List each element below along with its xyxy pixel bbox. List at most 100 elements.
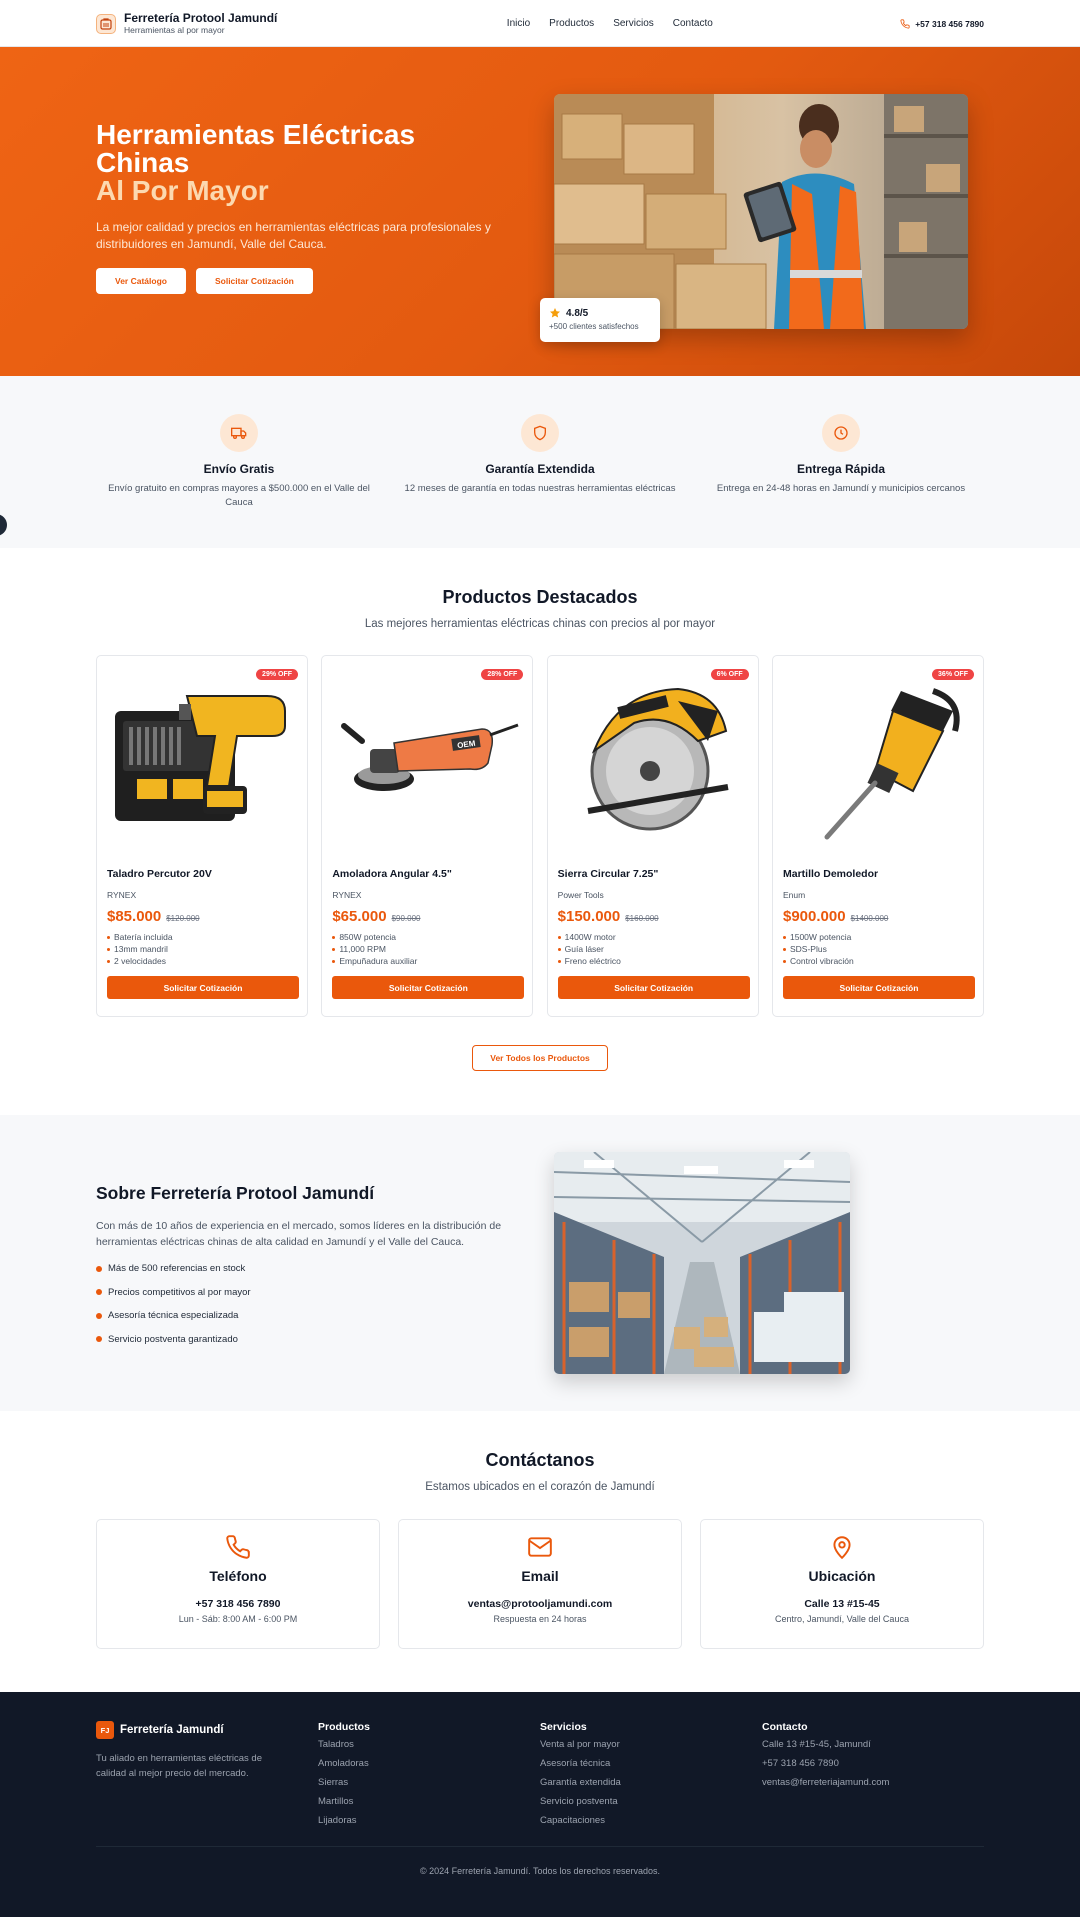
hero-title-line2: Chinas <box>96 147 190 178</box>
contact-card-title: Email <box>521 1568 559 1584</box>
product-feature: Batería incluida <box>107 931 297 943</box>
footer-email[interactable]: ventas@ferreteriajamund.com <box>762 1776 984 1790</box>
view-all-products-button[interactable]: Ver Todos los Productos <box>472 1045 608 1071</box>
about-point: Precios competitivos al por mayor <box>96 1286 516 1300</box>
feature-shipping: Envío Gratis Envío gratuito en compras m… <box>96 414 382 509</box>
discount-badge: 6% OFF <box>710 669 749 680</box>
footer-logo: FJ <box>96 1721 114 1739</box>
feature-desc: 12 meses de garantía en todas nuestras h… <box>404 483 676 494</box>
circular-saw-image: 6% OFF <box>548 656 758 856</box>
contact-title: Contáctanos <box>485 1450 595 1470</box>
contact-phone-value[interactable]: +57 318 456 7890 <box>97 1598 379 1610</box>
product-name: Sierra Circular 7.25" <box>557 868 659 880</box>
product-feature: Guía láser <box>557 943 748 955</box>
hero-title-line1: Herramientas Eléctricas <box>96 119 416 150</box>
about-title: Sobre Ferretería Protool Jamundí <box>96 1183 375 1203</box>
phone-icon <box>97 1534 379 1560</box>
footer-link[interactable]: Servicio postventa <box>540 1795 762 1809</box>
hero-title-accent: Al Por Mayor <box>96 175 269 206</box>
product-feature: Control vibración <box>782 955 973 967</box>
footer-column-title: Servicios <box>540 1721 587 1733</box>
footer-link[interactable]: Martillos <box>318 1795 540 1809</box>
footer-phone[interactable]: +57 318 456 7890 <box>762 1757 984 1771</box>
footer-link[interactable]: Sierras <box>318 1776 540 1790</box>
contact-section: Contáctanos Estamos ubicados en el coraz… <box>0 1411 1080 1692</box>
product-card: 29% OFF Taladro Percutor 20V RYNEX $85.0… <box>96 655 308 1017</box>
features-section: Envío Gratis Envío gratuito en compras m… <box>0 376 1080 548</box>
footer-divider <box>96 1846 984 1847</box>
product-feature: Freno eléctrico <box>557 955 748 967</box>
angle-grinder-image: OEM 28% OFF <box>322 656 532 856</box>
product-old-price: $120.000 <box>166 914 200 923</box>
rating-subtext: +500 clientes satisfechos <box>549 322 639 331</box>
footer-brand-column: FJ Ferretería Jamundí Tu aliado en herra… <box>96 1721 318 1828</box>
brand-name: Ferretería Protool Jamundí <box>124 11 278 25</box>
warehouse-image <box>554 1152 850 1374</box>
contact-email-value[interactable]: ventas@protooljamundi.com <box>399 1598 681 1610</box>
products-title: Productos Destacados <box>442 587 638 607</box>
footer-column-title: Productos <box>318 1721 370 1733</box>
contact-address-value: Calle 13 #15-45 <box>804 1598 880 1610</box>
product-brand: Power Tools <box>557 890 604 900</box>
phone-icon <box>900 18 910 29</box>
product-card: OEM 28% OFF Amoladora Angular 4.5" RYNEX… <box>321 655 534 1017</box>
footer-link[interactable]: Asesoría técnica <box>540 1757 762 1771</box>
product-price: $150.000 <box>557 908 621 925</box>
footer-link[interactable]: Capacitaciones <box>540 1814 762 1828</box>
brand[interactable]: Ferretería Protool Jamundí Herramientas … <box>96 11 277 36</box>
product-price: $65.000 <box>332 908 387 925</box>
brand-tagline: Herramientas al por mayor <box>124 25 225 35</box>
contact-card-subtext: Respuesta en 24 horas <box>493 1614 587 1624</box>
feature-title: Garantía Extendida <box>485 462 595 476</box>
footer-column-title: Contacto <box>762 1721 808 1733</box>
feature-desc: Envío gratuito en compras mayores a $500… <box>108 483 370 508</box>
nav-servicios[interactable]: Servicios <box>613 18 654 29</box>
contact-card-subtext: Lun - Sáb: 8:00 AM - 6:00 PM <box>178 1614 298 1624</box>
toolbox-icon <box>96 13 116 34</box>
discount-badge: 36% OFF <box>932 669 974 680</box>
nav-inicio[interactable]: Inicio <box>507 18 530 29</box>
map-pin-icon <box>701 1534 983 1560</box>
site-footer: FJ Ferretería Jamundí Tu aliado en herra… <box>0 1692 1080 1917</box>
product-grid: 29% OFF Taladro Percutor 20V RYNEX $85.0… <box>96 655 984 1017</box>
footer-products-column: Productos Taladros Amoladoras Sierras Ma… <box>318 1721 540 1828</box>
request-quote-button[interactable]: Solicitar Cotización <box>557 976 750 999</box>
product-feature: Empuñadura auxiliar <box>332 955 522 967</box>
product-card: 6% OFF Sierra Circular 7.25" Power Tools… <box>546 655 759 1017</box>
footer-link[interactable]: Garantía extendida <box>540 1776 762 1790</box>
hero-title: Herramientas Eléctricas Chinas Al Por Ma… <box>96 121 536 205</box>
footer-link[interactable]: Amoladoras <box>318 1757 540 1771</box>
request-quote-button[interactable]: Solicitar Cotización <box>782 976 975 999</box>
footer-link[interactable]: Venta al por mayor <box>540 1738 762 1752</box>
hero-quote-button[interactable]: Solicitar Cotización <box>195 268 313 294</box>
about-point: Servicio postventa garantizado <box>96 1333 516 1347</box>
request-quote-button[interactable]: Solicitar Cotización <box>107 976 299 999</box>
nav-productos[interactable]: Productos <box>549 18 594 29</box>
product-feature: 850W potencia <box>332 931 522 943</box>
footer-link[interactable]: Taladros <box>318 1738 540 1752</box>
about-point: Asesoría técnica especializada <box>96 1309 516 1323</box>
contact-card-phone: Teléfono +57 318 456 7890 Lun - Sáb: 8:0… <box>96 1519 380 1649</box>
product-card: 36% OFF Martillo Demoledor Enum $900.000… <box>771 655 984 1017</box>
rating-card: 4.8/5 +500 clientes satisfechos <box>540 298 660 342</box>
view-catalog-button[interactable]: Ver Catálogo <box>96 268 186 294</box>
product-name: Martillo Demoledor <box>782 868 879 880</box>
main-nav: Inicio Productos Servicios Contacto <box>507 18 713 29</box>
truck-icon <box>220 414 258 452</box>
site-header: Ferretería Protool Jamundí Herramientas … <box>0 0 1080 47</box>
nav-contacto[interactable]: Contacto <box>673 18 713 29</box>
request-quote-button[interactable]: Solicitar Cotización <box>332 976 525 999</box>
header-phone[interactable]: +57 318 456 7890 <box>900 19 984 29</box>
mail-icon <box>399 1534 681 1560</box>
footer-link[interactable]: Lijadoras <box>318 1814 540 1828</box>
product-name: Amoladora Angular 4.5" <box>332 868 452 880</box>
hero-section: Herramientas Eléctricas Chinas Al Por Ma… <box>0 47 1080 376</box>
product-feature: SDS-Plus <box>782 943 973 955</box>
about-description: Con más de 10 años de experiencia en el … <box>96 1220 502 1248</box>
star-icon <box>550 308 560 318</box>
contact-subtitle: Estamos ubicados en el corazón de Jamund… <box>425 1481 655 1493</box>
product-old-price: $160.000 <box>625 914 659 923</box>
footer-copyright: © 2024 Ferretería Jamundí. Todos los der… <box>419 1866 661 1876</box>
rating-value: 4.8/5 <box>566 307 589 319</box>
footer-description: Tu aliado en herramientas eléctricas de … <box>96 1753 262 1779</box>
